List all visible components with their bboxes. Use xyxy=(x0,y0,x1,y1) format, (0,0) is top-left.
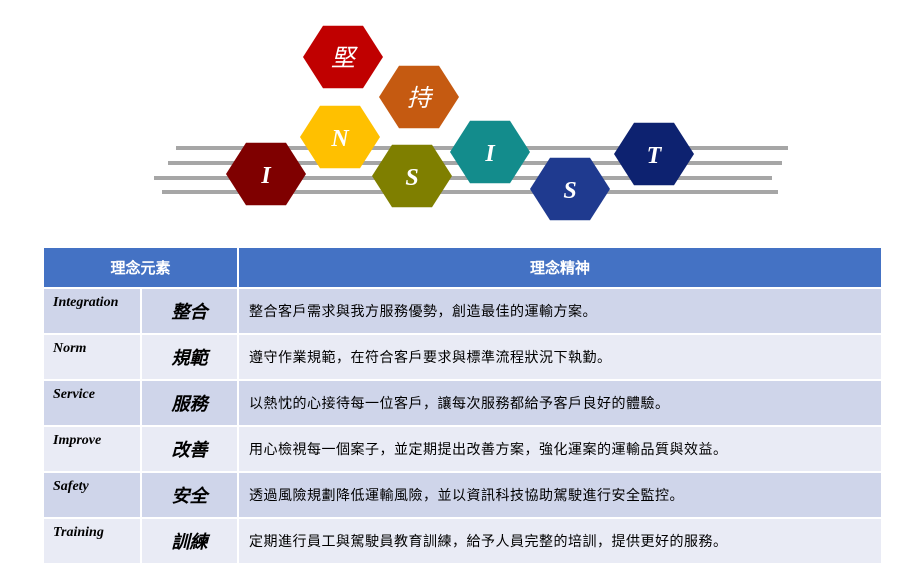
english-term: Safety xyxy=(44,471,142,518)
header-spirit: 理念精神 xyxy=(238,248,884,288)
description: 定期進行員工與駕駛員教育訓練，給予人員完整的培訓，提供更好的服務。 xyxy=(238,517,884,563)
table-row: Service 服務 以熱忱的心接待每一位客戶，讓每次服務都給予客戶良好的體驗。 xyxy=(44,379,884,426)
hexagon-label: T xyxy=(647,143,663,169)
hexagon-0: 堅 xyxy=(303,25,383,89)
english-term: Service xyxy=(44,379,142,426)
description: 遵守作業規範，在符合客戶要求與標準流程狀況下執勤。 xyxy=(238,333,884,380)
description: 整合客戶需求與我方服務優勢，創造最佳的運輸方案。 xyxy=(238,287,884,334)
table-row: Training 訓練 定期進行員工與駕駛員教育訓練，給予人員完整的培訓，提供更好的… xyxy=(44,517,884,563)
table-row: Improve 改善 用心檢視每一個案子，並定期提出改善方案，強化運案的運輸品質與效… xyxy=(44,425,884,472)
chinese-term: 規範 xyxy=(141,333,240,380)
hexagon-label: S xyxy=(563,178,576,204)
concept-table: 理念元素 理念精神 Integration 整合 整合客戶需求與我方服務優勢，創造最… xyxy=(44,248,884,563)
description: 透過風險規劃降低運輸風險，並以資訊科技協助駕駛進行安全監控。 xyxy=(238,471,884,518)
hexagon-7: T xyxy=(614,122,694,186)
hexagon-label: I xyxy=(484,141,496,167)
english-term: Improve xyxy=(44,425,142,472)
table-body: Integration 整合 整合客戶需求與我方服務優勢，創造最佳的運輸方案。 Nor… xyxy=(44,287,884,563)
hexagon-3: I xyxy=(226,142,306,206)
hexagon-label: 堅 xyxy=(331,44,358,72)
chinese-term: 服務 xyxy=(141,379,240,426)
insist-hexagon-diagram: 堅持 N I S I S T xyxy=(154,25,788,221)
table-header-row: 理念元素 理念精神 xyxy=(44,248,884,288)
table-row: Integration 整合 整合客戶需求與我方服務優勢，創造最佳的運輸方案。 xyxy=(44,287,884,334)
english-term: Training xyxy=(44,517,142,563)
header-element: 理念元素 xyxy=(44,248,240,288)
hexagon-label: S xyxy=(405,165,418,191)
hexagon-5: I xyxy=(450,120,530,184)
chinese-term: 整合 xyxy=(141,287,240,334)
hexagon-1: 持 xyxy=(379,65,459,129)
table-row: Norm 規範 遵守作業規範，在符合客戶要求與標準流程狀況下執勤。 xyxy=(44,333,884,380)
description: 以熱忱的心接待每一位客戶，讓每次服務都給予客戶良好的體驗。 xyxy=(238,379,884,426)
english-term: Integration xyxy=(44,287,142,334)
hexagon-4: S xyxy=(372,144,452,208)
hexagon-label: 持 xyxy=(407,84,434,112)
table-row: Safety 安全 透過風險規劃降低運輸風險，並以資訊科技協助駕駛進行安全監控。 xyxy=(44,471,884,518)
hexagon-label: N xyxy=(330,126,350,152)
chinese-term: 訓練 xyxy=(141,517,240,563)
hexagon-label: I xyxy=(260,163,272,189)
english-term: Norm xyxy=(44,333,142,380)
hexagon-2: N xyxy=(300,105,380,169)
chinese-term: 安全 xyxy=(141,471,240,518)
hexagon-6: S xyxy=(530,157,610,221)
description: 用心檢視每一個案子，並定期提出改善方案，強化運案的運輸品質與效益。 xyxy=(238,425,884,472)
chinese-term: 改善 xyxy=(141,425,240,472)
